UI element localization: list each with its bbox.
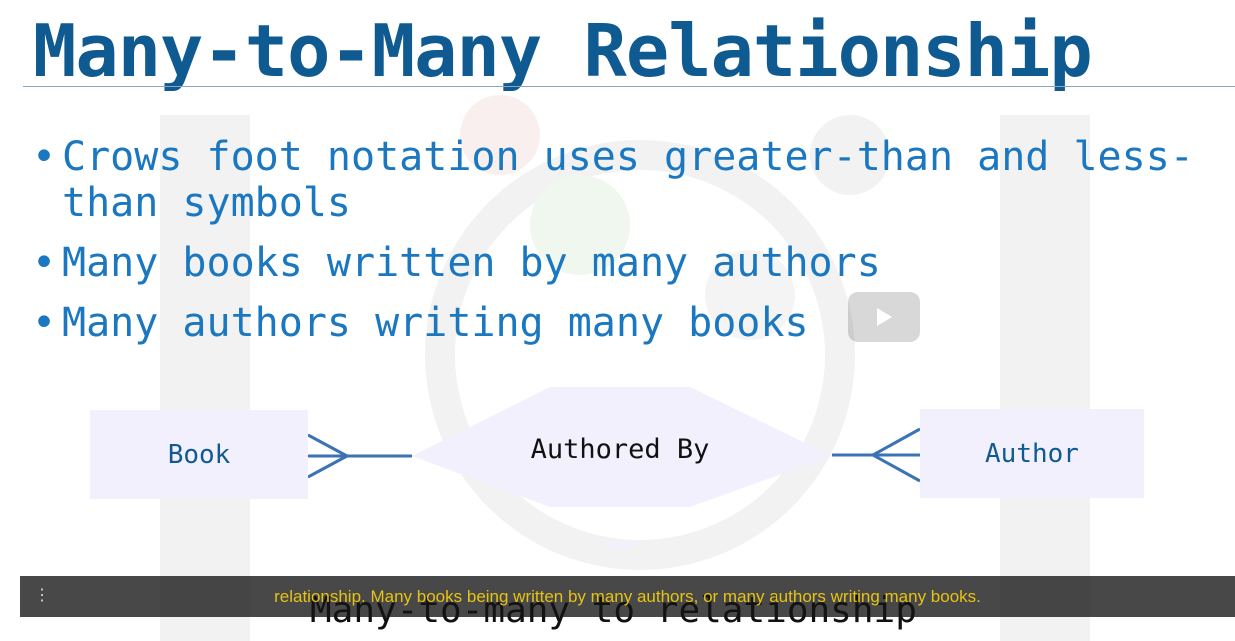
subtitle-bar: ⋮ relationship. Many books being written… bbox=[20, 576, 1235, 617]
relationship-label: Authored By bbox=[530, 434, 710, 465]
relationship-diamond-tip bbox=[597, 542, 643, 550]
entity-author-label: Author bbox=[985, 438, 1079, 469]
subtitle-text: relationship. Many books being written b… bbox=[274, 587, 981, 606]
bullet-text: Many books written by many authors bbox=[62, 240, 881, 286]
entity-book: Book bbox=[90, 410, 308, 499]
bullet-dot-icon: • bbox=[32, 300, 57, 346]
bullet-text: Crows foot notation uses greater-than an… bbox=[62, 134, 1194, 226]
play-icon bbox=[877, 308, 892, 326]
bullet-item: • Many authors writing many books bbox=[32, 300, 1235, 346]
title-divider bbox=[23, 86, 1235, 87]
video-play-button[interactable] bbox=[848, 292, 920, 342]
entity-author: Author bbox=[920, 409, 1144, 498]
slide-title: Many-to-Many Relationship bbox=[33, 9, 1093, 93]
bullet-item: • Many books written by many authors bbox=[32, 240, 1235, 286]
er-diagram: Book Authored By Author bbox=[0, 380, 1235, 580]
bullet-dot-icon: • bbox=[32, 240, 57, 286]
bullet-item: • Crows foot notation uses greater-than … bbox=[32, 134, 1235, 226]
bullet-text: Many authors writing many books bbox=[62, 300, 809, 346]
entity-book-label: Book bbox=[167, 439, 231, 470]
bullet-dot-icon: • bbox=[32, 134, 57, 180]
bullet-list: • Crows foot notation uses greater-than … bbox=[32, 134, 1235, 360]
